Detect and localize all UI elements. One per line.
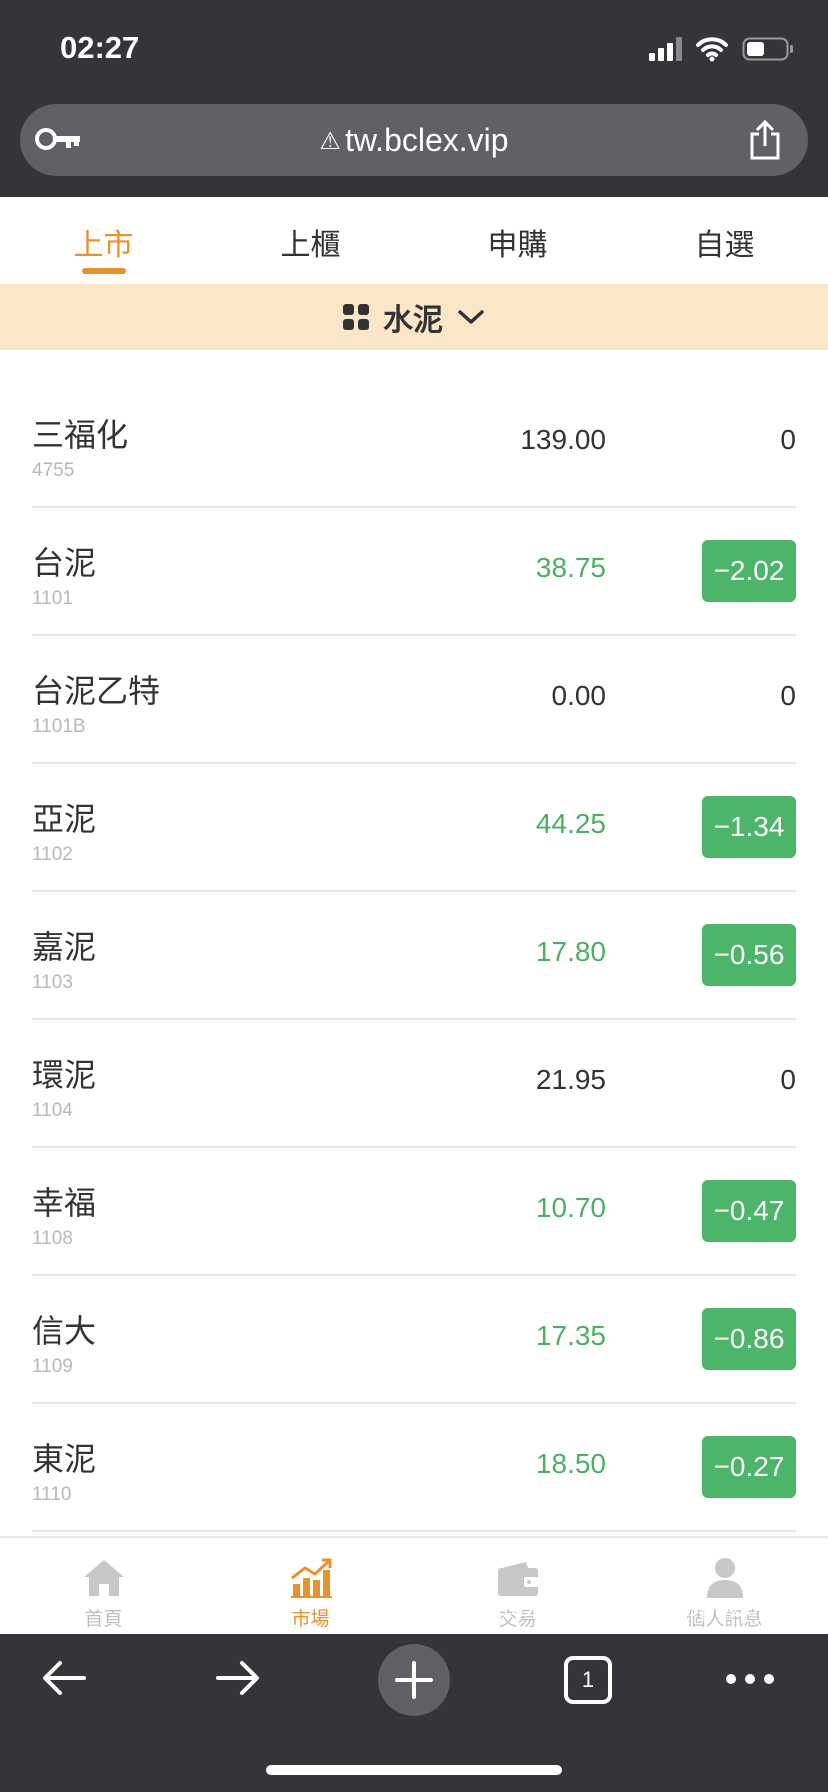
stock-name: 嘉泥 — [32, 928, 97, 966]
stock-change-badge: −0.47 — [702, 1180, 796, 1242]
tab-count-button[interactable]: 1 — [564, 1656, 612, 1704]
status-time: 02:27 — [60, 30, 140, 65]
watermark: https://www.huzhan.com/ishop52012 — [342, 1596, 790, 1622]
nav-label: 首頁 — [84, 1608, 123, 1630]
status-icons — [649, 36, 794, 62]
table-row[interactable]: 嘉泥 1103 17.80 −0.56 — [32, 892, 796, 1020]
table-row[interactable]: 東泥 1110 18.50 −0.27 — [32, 1404, 796, 1532]
wifi-icon — [696, 36, 728, 62]
stock-price: 0.00 — [551, 680, 607, 711]
stock-price: 17.80 — [535, 936, 606, 967]
category-label: 水泥 — [383, 303, 443, 338]
nav-home[interactable]: 首頁 — [0, 1538, 207, 1634]
stock-change: 0 — [780, 424, 796, 455]
stock-code: 1103 — [32, 972, 73, 993]
back-arrow-icon[interactable] — [40, 1654, 88, 1706]
stock-code: 1101B — [32, 716, 86, 737]
market-chart-icon — [207, 1554, 414, 1598]
stock-price: 38.75 — [535, 552, 606, 583]
cellular-signal-icon — [649, 37, 682, 61]
url-text[interactable]: ⚠ tw.bclex.vip — [20, 122, 808, 159]
stock-code: 1101 — [32, 588, 73, 609]
stock-change-badge: −0.86 — [702, 1308, 796, 1370]
stock-code: 1104 — [32, 1100, 73, 1121]
more-dots-icon[interactable] — [726, 1674, 774, 1684]
url-domain: tw.bclex.vip — [344, 122, 509, 158]
stock-code: 1109 — [32, 1356, 73, 1377]
share-icon[interactable] — [748, 119, 782, 164]
market-tabs: 上市 上櫃 申購 自選 — [0, 197, 828, 284]
chevron-down-icon — [457, 308, 485, 326]
stock-code: 4755 — [32, 460, 75, 481]
table-row[interactable]: 亞泥 1102 44.25 −1.34 — [32, 764, 796, 892]
stock-name: 亞泥 — [32, 800, 97, 838]
active-tab-indicator — [81, 268, 126, 274]
tab-listed[interactable]: 上市 — [0, 197, 207, 284]
stock-price: 17.35 — [535, 1320, 606, 1351]
stock-change: 0 — [780, 680, 796, 711]
table-row[interactable]: 信大 1109 17.35 −0.86 — [32, 1276, 796, 1404]
stock-code: 1110 — [32, 1484, 72, 1505]
wallet-icon — [414, 1554, 621, 1598]
stock-name: 幸福 — [32, 1184, 97, 1222]
tab-watchlist[interactable]: 自選 — [621, 197, 828, 284]
address-bar[interactable]: ⚠ tw.bclex.vip — [20, 104, 808, 176]
category-selector[interactable]: 水泥 — [0, 284, 828, 350]
home-icon — [0, 1554, 207, 1598]
stock-price: 21.95 — [535, 1064, 606, 1095]
stock-name: 三福化 — [32, 416, 129, 454]
battery-icon — [742, 36, 794, 62]
stock-price: 18.50 — [535, 1448, 606, 1479]
insecure-warning-icon: ⚠ — [319, 128, 341, 155]
tab-otc[interactable]: 上櫃 — [207, 197, 414, 284]
stock-name: 台泥乙特 — [32, 672, 161, 710]
browser-top-chrome: 02:27 ⚠ tw.bclex.vip — [0, 0, 828, 197]
grid-icon — [343, 304, 369, 330]
stock-name: 東泥 — [32, 1440, 97, 1478]
stock-change-badge: −2.02 — [702, 540, 796, 602]
tab-subscription[interactable]: 申購 — [414, 197, 621, 284]
stock-price: 10.70 — [535, 1192, 606, 1223]
stock-price: 44.25 — [535, 808, 606, 839]
new-tab-button[interactable] — [378, 1644, 450, 1716]
stock-list: 三福化 4755 139.00 0 台泥 1101 38.75 −2.02 台泥… — [32, 380, 796, 1532]
profile-icon — [621, 1554, 828, 1598]
forward-arrow-icon[interactable] — [214, 1654, 262, 1706]
stock-price: 139.00 — [520, 424, 606, 455]
home-indicator — [266, 1765, 562, 1775]
plus-icon — [395, 1661, 433, 1699]
stock-change: 0 — [780, 1064, 796, 1095]
table-row[interactable]: 台泥乙特 1101B 0.00 0 — [32, 636, 796, 764]
table-row[interactable]: 幸福 1108 10.70 −0.47 — [32, 1148, 796, 1276]
stock-change-badge: −0.56 — [702, 924, 796, 986]
browser-bottom-toolbar: 1 — [0, 1634, 828, 1792]
table-row[interactable]: 三福化 4755 139.00 0 — [32, 380, 796, 508]
stock-change-badge: −1.34 — [702, 796, 796, 858]
stock-change-badge: −0.27 — [702, 1436, 796, 1498]
table-row[interactable]: 台泥 1101 38.75 −2.02 — [32, 508, 796, 636]
stock-code: 1108 — [32, 1228, 73, 1249]
table-row[interactable]: 環泥 1104 21.95 0 — [32, 1020, 796, 1148]
stock-name: 信大 — [32, 1312, 97, 1350]
stock-code: 1102 — [32, 844, 73, 865]
stock-name: 環泥 — [32, 1056, 97, 1094]
stock-name: 台泥 — [32, 544, 97, 582]
